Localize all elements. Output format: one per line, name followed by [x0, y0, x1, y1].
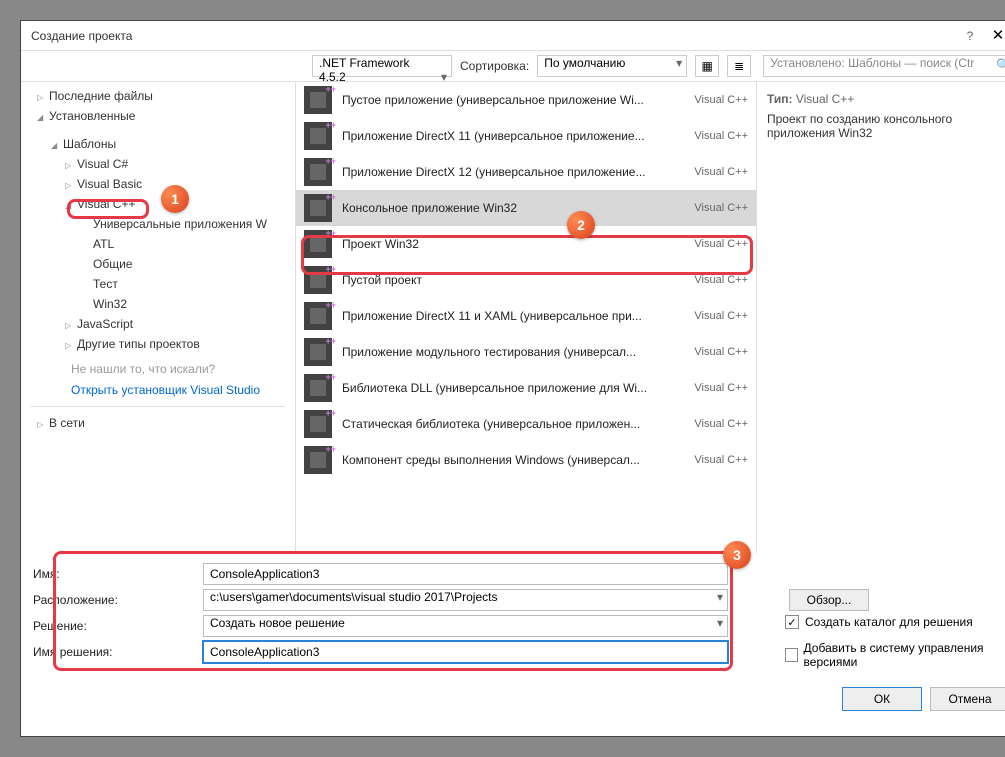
- solname-label: Имя решения:: [33, 645, 203, 659]
- template-item[interactable]: Приложение DirectX 11 (универсальное при…: [296, 118, 756, 154]
- template-lang: Visual C++: [694, 202, 748, 214]
- sidebar-cpp-win32[interactable]: Win32: [21, 294, 295, 314]
- sidebar-cpp-test[interactable]: Тест: [21, 274, 295, 294]
- create-dir-label: Создать каталог для решения: [805, 615, 973, 629]
- template-item[interactable]: Проект Win32 Visual C++: [296, 226, 756, 262]
- sidebar-cpp-common[interactable]: Общие: [21, 254, 295, 274]
- location-select[interactable]: c:\users\gamer\documents\visual studio 2…: [203, 589, 728, 611]
- template-lang: Visual C++: [694, 94, 748, 106]
- template-item[interactable]: Библиотека DLL (универсальное приложение…: [296, 370, 756, 406]
- template-description: Проект по созданию консольного приложени…: [767, 112, 1004, 140]
- template-lang: Visual C++: [694, 454, 748, 466]
- sidebar: Последние файлы Установленные Шаблоны Vi…: [21, 82, 296, 553]
- sidebar-cpp[interactable]: Visual C++: [21, 194, 295, 214]
- template-name: Компонент среды выполнения Windows (унив…: [342, 453, 686, 467]
- search-icon: 🔍: [996, 58, 1005, 72]
- template-name: Пустой проект: [342, 273, 686, 287]
- template-lang: Visual C++: [694, 166, 748, 178]
- name-input[interactable]: [203, 563, 728, 585]
- template-item[interactable]: Пустой проект Visual C++: [296, 262, 756, 298]
- sidebar-open-installer[interactable]: Открыть установщик Visual Studio: [21, 379, 295, 400]
- template-name: Приложение DirectX 11 (универсальное при…: [342, 129, 686, 143]
- sidebar-templates[interactable]: Шаблоны: [21, 134, 295, 154]
- template-item[interactable]: Приложение модульного тестирования (унив…: [296, 334, 756, 370]
- location-label: Расположение:: [33, 593, 203, 607]
- template-item[interactable]: Приложение DirectX 11 и XAML (универсаль…: [296, 298, 756, 334]
- template-item[interactable]: Пустое приложение (универсальное приложе…: [296, 82, 756, 118]
- add-source-checkbox[interactable]: [785, 648, 798, 662]
- solname-input[interactable]: [203, 641, 728, 663]
- help-button[interactable]: ?: [958, 29, 982, 43]
- template-item[interactable]: Консольное приложение Win32 Visual C++: [296, 190, 756, 226]
- template-name: Приложение модульного тестирования (унив…: [342, 345, 686, 359]
- close-button[interactable]: ✕: [982, 21, 1005, 51]
- template-name: Статическая библиотека (универсальное пр…: [342, 417, 686, 431]
- sidebar-cpp-uwp[interactable]: Универсальные приложения W: [21, 214, 295, 234]
- template-name: Консольное приложение Win32: [342, 201, 686, 215]
- type-value: Visual C++: [796, 92, 854, 106]
- template-item[interactable]: Компонент среды выполнения Windows (унив…: [296, 442, 756, 478]
- template-icon: [304, 266, 332, 294]
- template-icon: [304, 410, 332, 438]
- template-name: Библиотека DLL (универсальное приложение…: [342, 381, 686, 395]
- create-dir-checkbox[interactable]: ✓: [785, 615, 799, 629]
- template-item[interactable]: Статическая библиотека (универсальное пр…: [296, 406, 756, 442]
- view-list-icon[interactable]: ≣: [727, 55, 751, 77]
- solution-select[interactable]: Создать новое решение: [203, 615, 728, 637]
- template-name: Проект Win32: [342, 237, 686, 251]
- template-name: Пустое приложение (универсальное приложе…: [342, 93, 686, 107]
- type-label: Тип:: [767, 92, 793, 106]
- template-lang: Visual C++: [694, 346, 748, 358]
- template-icon: [304, 158, 332, 186]
- dialog-title: Создание проекта: [31, 29, 958, 43]
- template-icon: [304, 446, 332, 474]
- sidebar-js[interactable]: JavaScript: [21, 314, 295, 334]
- info-panel: Тип: Visual C++ Проект по созданию консо…: [756, 82, 1005, 553]
- search-input[interactable]: Установлено: Шаблоны — поиск (Ctr 🔍: [763, 55, 1005, 77]
- template-list: Пустое приложение (универсальное приложе…: [296, 82, 756, 553]
- ok-button[interactable]: ОК: [842, 687, 922, 711]
- sidebar-online[interactable]: В сети: [21, 413, 295, 433]
- template-icon: [304, 86, 332, 114]
- template-icon: [304, 122, 332, 150]
- sort-select[interactable]: По умолчанию: [537, 55, 687, 77]
- sort-label: Сортировка:: [460, 59, 529, 73]
- name-label: Имя:: [33, 567, 203, 581]
- framework-select[interactable]: .NET Framework 4.5.2: [312, 55, 452, 77]
- template-icon: [304, 230, 332, 258]
- sidebar-recent[interactable]: Последние файлы: [21, 86, 295, 106]
- template-lang: Visual C++: [694, 130, 748, 142]
- sidebar-not-found: Не нашли то, что искали?: [21, 354, 295, 379]
- template-icon: [304, 338, 332, 366]
- sidebar-other[interactable]: Другие типы проектов: [21, 334, 295, 354]
- view-large-icon[interactable]: ▦: [695, 55, 719, 77]
- search-placeholder: Установлено: Шаблоны — поиск (Ctr: [770, 56, 974, 70]
- template-name: Приложение DirectX 11 и XAML (универсаль…: [342, 309, 686, 323]
- template-lang: Visual C++: [694, 238, 748, 250]
- add-source-label: Добавить в систему управления версиями: [804, 641, 1005, 669]
- sidebar-cpp-atl[interactable]: ATL: [21, 234, 295, 254]
- browse-button[interactable]: Обзор...: [789, 589, 869, 611]
- template-lang: Visual C++: [694, 310, 748, 322]
- template-name: Приложение DirectX 12 (универсальное при…: [342, 165, 686, 179]
- template-icon: [304, 194, 332, 222]
- template-icon: [304, 302, 332, 330]
- solution-label: Решение:: [33, 619, 203, 633]
- sidebar-vb[interactable]: Visual Basic: [21, 174, 295, 194]
- sidebar-csharp[interactable]: Visual C#: [21, 154, 295, 174]
- sidebar-installed[interactable]: Установленные: [21, 106, 295, 126]
- template-icon: [304, 374, 332, 402]
- template-lang: Visual C++: [694, 418, 748, 430]
- template-lang: Visual C++: [694, 382, 748, 394]
- template-item[interactable]: Приложение DirectX 12 (универсальное при…: [296, 154, 756, 190]
- cancel-button[interactable]: Отмена: [930, 687, 1005, 711]
- template-lang: Visual C++: [694, 274, 748, 286]
